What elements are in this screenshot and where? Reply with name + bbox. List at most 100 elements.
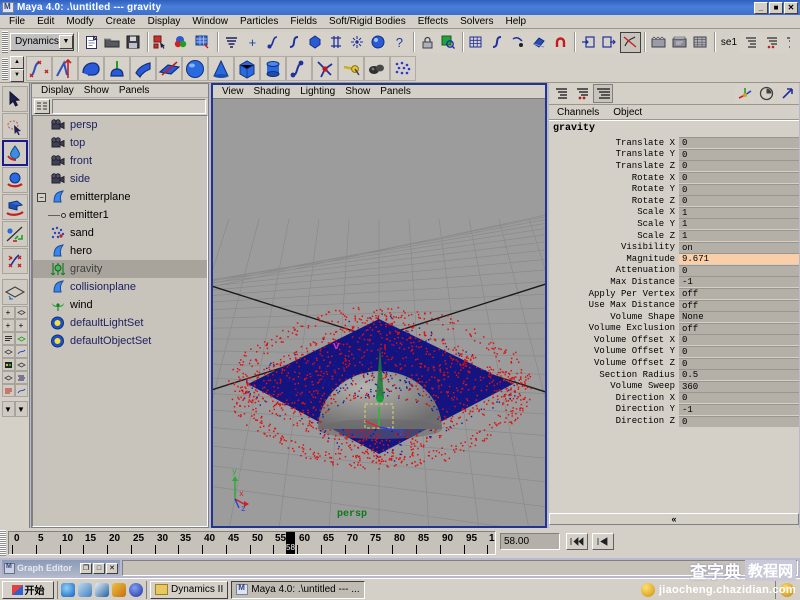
polygon-select-icon[interactable] bbox=[305, 32, 326, 53]
taskbar-item-maya[interactable]: Maya 4.0: .\untitled --- ... bbox=[231, 581, 364, 599]
persp-render-layout[interactable] bbox=[2, 371, 28, 384]
layout-stacked-top[interactable] bbox=[2, 384, 15, 397]
menu-set-dropdown[interactable]: Dynamics ▼ bbox=[10, 33, 74, 51]
channel-row[interactable]: Visibilityon bbox=[549, 241, 799, 253]
render-clock-icon[interactable] bbox=[756, 84, 776, 103]
menu-display[interactable]: Display bbox=[142, 15, 187, 28]
start-button[interactable]: 开始 bbox=[2, 581, 54, 599]
shelf-nav[interactable]: ▲ ▼ bbox=[10, 56, 24, 82]
channel-row[interactable]: Rotate X0 bbox=[549, 172, 799, 184]
channel-row[interactable]: Translate Y0 bbox=[549, 149, 799, 161]
minimize-button[interactable]: _ bbox=[754, 2, 768, 14]
channel-row[interactable]: Attenuation0 bbox=[549, 265, 799, 277]
media-icon[interactable] bbox=[112, 583, 126, 597]
shelf-nav-up[interactable]: ▲ bbox=[10, 56, 24, 69]
four-view-layout-2[interactable]: + + bbox=[2, 319, 28, 332]
outliner-item-persp[interactable]: +persp bbox=[33, 116, 207, 134]
outlook-express-icon[interactable] bbox=[95, 583, 109, 597]
outliner-item-hero[interactable]: +hero bbox=[33, 242, 207, 260]
layout-persp-pane[interactable] bbox=[15, 332, 28, 345]
channel-row[interactable]: Direction Y-1 bbox=[549, 404, 799, 416]
channel-row[interactable]: Rotate Z0 bbox=[549, 195, 799, 207]
outliner-item-wind[interactable]: +wind bbox=[33, 296, 207, 314]
channelbox-tab-channels[interactable]: Channels bbox=[557, 107, 599, 118]
step-back-icon[interactable] bbox=[592, 533, 614, 550]
quick-layout-right[interactable]: ▼ bbox=[15, 401, 28, 417]
select-by-hierarchy-icon[interactable] bbox=[151, 32, 172, 53]
select-by-component-icon[interactable] bbox=[193, 32, 214, 53]
menu-create[interactable]: Create bbox=[100, 15, 142, 28]
channel-value[interactable]: off bbox=[679, 288, 799, 299]
layer-editor-icon[interactable] bbox=[572, 84, 592, 103]
maximize-button[interactable]: ■ bbox=[769, 2, 783, 14]
channel-value[interactable]: 0 bbox=[679, 195, 799, 206]
channel-row[interactable]: Scale X1 bbox=[549, 207, 799, 219]
layerbar-toggle-icon[interactable] bbox=[761, 32, 782, 53]
outliner-item-side[interactable]: +side bbox=[33, 170, 207, 188]
outliner-item-emitter1[interactable]: +emitter1 bbox=[33, 206, 207, 224]
menu-effects[interactable]: Effects bbox=[412, 15, 454, 28]
close-button[interactable]: ✕ bbox=[784, 2, 798, 14]
dynamics-select-icon[interactable] bbox=[347, 32, 368, 53]
help-icon[interactable]: ? bbox=[389, 32, 410, 53]
hypershade-persp-layout[interactable] bbox=[2, 358, 28, 371]
channel-value[interactable]: None bbox=[679, 311, 799, 322]
open-scene-icon[interactable] bbox=[102, 32, 123, 53]
channel-row[interactable]: Direction X0 bbox=[549, 392, 799, 404]
persp-graph-layout[interactable] bbox=[2, 345, 28, 358]
layout-persp-pane-2[interactable] bbox=[2, 345, 15, 358]
channel-row[interactable]: Volume ShapeNone bbox=[549, 311, 799, 323]
menu-window[interactable]: Window bbox=[186, 15, 234, 28]
outliner-item-sand[interactable]: +sand bbox=[33, 224, 207, 242]
channel-row[interactable]: Rotate Y0 bbox=[549, 183, 799, 195]
grid-snap-icon[interactable] bbox=[466, 32, 487, 53]
menu-particles[interactable]: Particles bbox=[234, 15, 284, 28]
shelf-nav-down[interactable]: ▼ bbox=[10, 69, 24, 82]
channelbox-body[interactable]: gravity Translate X0Translate Y0Translat… bbox=[549, 120, 799, 528]
channel-row[interactable]: Volume Exclusionoff bbox=[549, 323, 799, 335]
layout-quad-topright[interactable] bbox=[15, 306, 28, 319]
channel-row[interactable]: Volume Offset Y0 bbox=[549, 346, 799, 358]
outliner-search-input[interactable] bbox=[52, 99, 206, 114]
layout-quad-topleft[interactable]: + bbox=[2, 306, 15, 319]
viewport-menu-show[interactable]: Show bbox=[340, 86, 375, 97]
window-titlebar[interactable]: Maya 4.0: .\untitled --- gravity _ ■ ✕ bbox=[0, 0, 800, 15]
surface-select-icon[interactable] bbox=[284, 32, 305, 53]
internet-explorer-icon[interactable] bbox=[61, 583, 75, 597]
channel-value[interactable]: off bbox=[679, 323, 799, 334]
render-globals-icon[interactable] bbox=[690, 32, 711, 53]
channel-value[interactable]: 0 bbox=[679, 334, 799, 345]
viewport-menu-view[interactable]: View bbox=[217, 86, 249, 97]
outliner-item-defaultobjectset[interactable]: +defaultObjectSet bbox=[33, 332, 207, 350]
curve-snap-icon[interactable] bbox=[487, 32, 508, 53]
outliner-item-top[interactable]: +top bbox=[33, 134, 207, 152]
render-current-frame-icon[interactable] bbox=[648, 32, 669, 53]
channel-value[interactable]: 0 bbox=[679, 149, 799, 160]
layout-stacked-bottom[interactable] bbox=[15, 384, 28, 397]
outliner-menu-panels[interactable]: Panels bbox=[114, 85, 155, 96]
move-tool[interactable] bbox=[2, 167, 28, 193]
show-manip-icon[interactable] bbox=[735, 84, 755, 103]
layout-graph-pane[interactable] bbox=[15, 345, 28, 358]
expander-toggle-icon[interactable]: − bbox=[37, 193, 46, 202]
channel-value[interactable]: 0 bbox=[679, 346, 799, 357]
channelbox-tab-object[interactable]: Object bbox=[613, 107, 642, 118]
four-view-layout[interactable]: + bbox=[2, 306, 28, 319]
channel-row[interactable]: Section Radius0.5 bbox=[549, 369, 799, 381]
timeline-playhead[interactable]: 58 bbox=[286, 532, 295, 554]
layout-hypershade-pane[interactable] bbox=[2, 358, 15, 371]
command-line-strip[interactable] bbox=[122, 560, 798, 576]
cone-volume-icon[interactable] bbox=[208, 56, 234, 81]
curve-select-icon[interactable] bbox=[263, 32, 284, 53]
menu-soft-rigid-bodies[interactable]: Soft/Rigid Bodies bbox=[323, 15, 412, 28]
vortex-field-icon[interactable] bbox=[338, 56, 364, 81]
two-pane-stacked-layout[interactable] bbox=[2, 384, 28, 397]
channel-value[interactable]: 0.5 bbox=[679, 369, 799, 380]
go-to-start-icon[interactable] bbox=[566, 533, 588, 550]
fire-effect-icon[interactable] bbox=[364, 56, 390, 81]
channel-row[interactable]: Volume Sweep360 bbox=[549, 380, 799, 392]
toolbar-grip[interactable] bbox=[2, 31, 8, 53]
msn-icon[interactable] bbox=[129, 583, 143, 597]
viewport-menu-panels[interactable]: Panels bbox=[375, 86, 416, 97]
output-connections-icon[interactable] bbox=[599, 32, 620, 53]
